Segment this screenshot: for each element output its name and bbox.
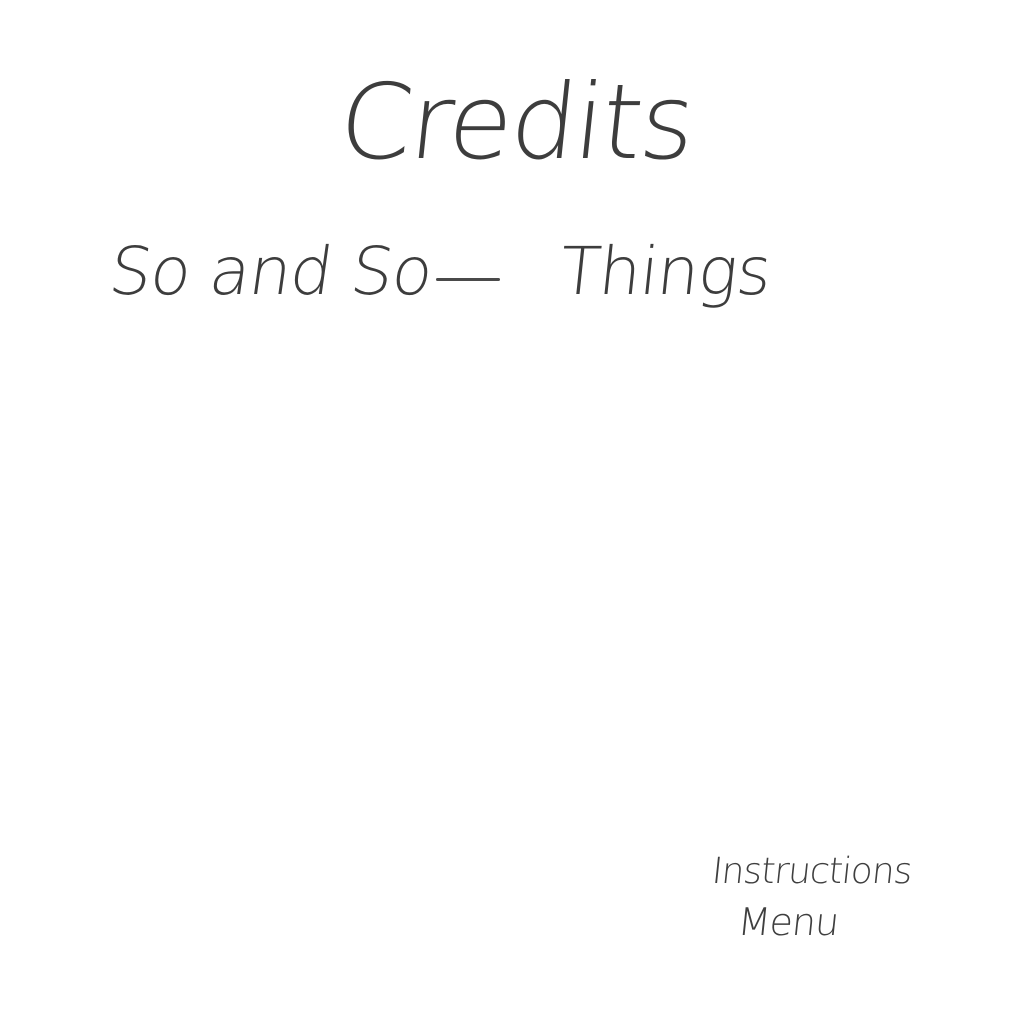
- page-title: Credits: [333, 61, 700, 183]
- credit-role: Things: [556, 233, 775, 310]
- credits-screen: { "screen": { "title": "Credits", "credi…: [0, 0, 1024, 1024]
- credit-entry: So and So Things: [105, 222, 775, 322]
- instructions-button[interactable]: Instructions: [709, 848, 914, 896]
- menu-button[interactable]: Menu: [735, 898, 841, 946]
- credit-name: So and So: [104, 233, 438, 310]
- credit-separator-dash: [436, 278, 500, 281]
